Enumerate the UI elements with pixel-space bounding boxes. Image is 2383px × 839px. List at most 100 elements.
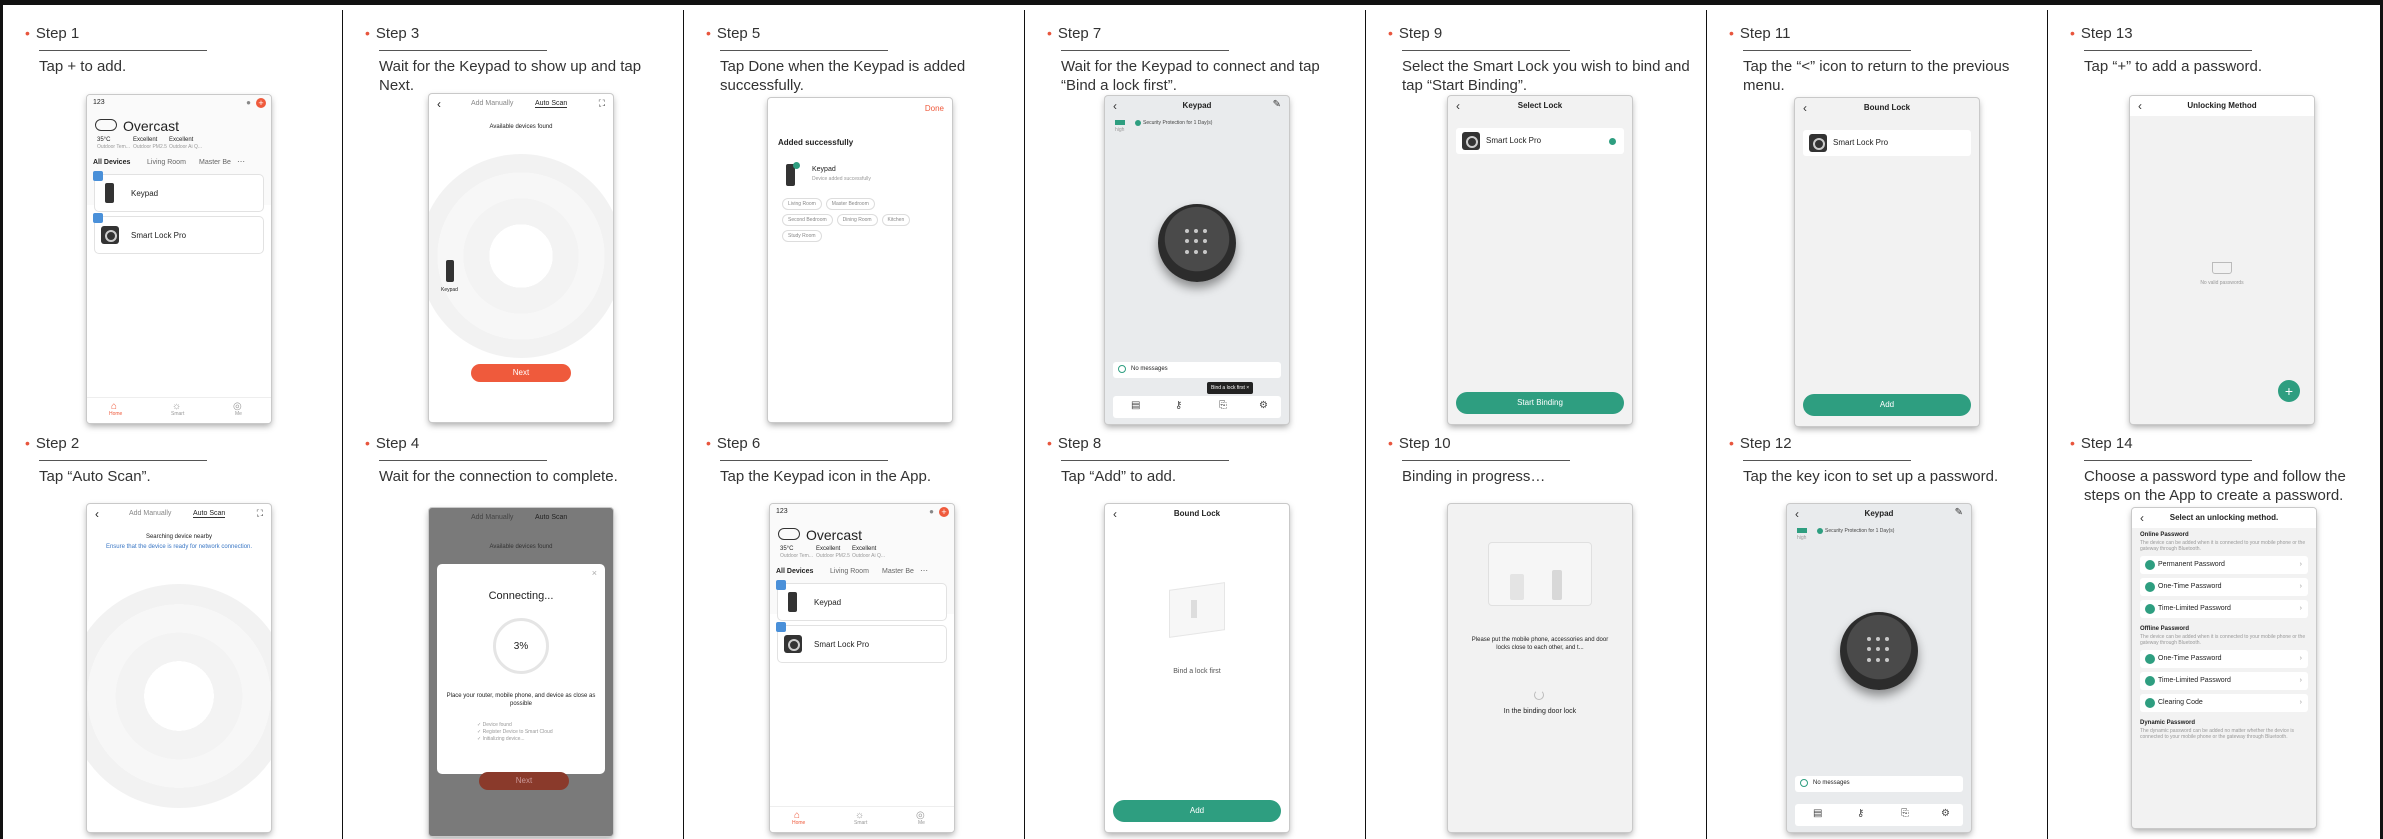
expand-icon[interactable]: ⛶ — [599, 98, 605, 109]
back-icon[interactable]: ‹ — [437, 97, 441, 111]
tab-living-room[interactable]: Living Room — [830, 568, 869, 575]
device-card-lock[interactable]: Smart Lock Pro — [93, 213, 263, 253]
tab-add-manually[interactable]: Add Manually — [471, 100, 513, 107]
expand-icon[interactable]: ⛶ — [257, 508, 263, 519]
close-icon[interactable]: × — [592, 568, 597, 578]
room-chip[interactable]: Study Room — [782, 230, 822, 242]
add-password-button[interactable]: + — [2278, 380, 2300, 402]
tab-add-manually[interactable]: Add Manually — [129, 510, 171, 517]
key-icon[interactable]: ⚷ — [1857, 808, 1864, 819]
tab-auto-scan: Auto Scan — [535, 514, 568, 521]
door-icon[interactable]: ⎘ — [1901, 808, 1909, 819]
tab-all-devices[interactable]: All Devices — [93, 159, 130, 166]
add-button[interactable]: Add — [1803, 394, 1971, 416]
add-icon[interactable]: + — [939, 507, 949, 517]
signal-icon — [1797, 528, 1807, 533]
temp: 35°C — [780, 546, 794, 552]
lock-icon — [784, 635, 802, 653]
room-chip[interactable]: Second Bedroom — [782, 214, 833, 226]
settings-icon[interactable]: ⚙ — [1259, 400, 1268, 411]
home-name[interactable]: 123 — [776, 508, 788, 515]
option-offline-one-time[interactable]: One-Time Password › — [2140, 650, 2308, 668]
tab-all-devices[interactable]: All Devices — [776, 568, 813, 575]
option-time-limited-password[interactable]: Time-Limited Password › — [2140, 600, 2308, 618]
edit-icon[interactable]: ✎ — [1273, 99, 1281, 110]
room-chip[interactable]: Master Bedroom — [825, 198, 875, 210]
step-label: Step 2 — [35, 435, 80, 452]
scan-radar — [429, 154, 613, 358]
add-button[interactable]: Add — [1113, 800, 1281, 822]
device-card-lock[interactable]: Smart Lock Pro — [776, 622, 946, 662]
tab-master[interactable]: Master Be — [882, 568, 914, 575]
bound-empty-text: Bind a lock first — [1173, 668, 1221, 675]
nav-title: Bound Lock — [1863, 103, 1911, 112]
bound-lock-item[interactable]: Smart Lock Pro — [1803, 130, 1971, 156]
nav-smart[interactable]: Smart — [171, 411, 184, 417]
phone-home: 123 + ● Overcast 35°C Outdoor Tem... Exc… — [87, 95, 271, 423]
lock-option[interactable]: Smart Lock Pro — [1456, 128, 1624, 154]
air: Excellent — [169, 137, 194, 143]
door-icon[interactable]: ⎘ — [1219, 400, 1227, 411]
option-permanent-password[interactable]: Permanent Password › — [2140, 556, 2308, 574]
mic-icon[interactable]: ● — [246, 98, 251, 107]
nav-title: Unlocking Method — [2187, 101, 2257, 110]
added-device-name[interactable]: Keypad — [812, 166, 836, 173]
pm: Excellent — [133, 137, 158, 143]
tab-auto-scan[interactable]: Auto Scan — [193, 510, 226, 518]
tab-living-room[interactable]: Living Room — [147, 159, 186, 166]
option-label: Clearing Code — [2158, 699, 2203, 706]
step-13-cell: • Step 13 Tap “+” to add a password. ‹ Unl… — [2048, 10, 2380, 424]
room-chip[interactable]: Living Room — [782, 198, 822, 210]
home-name[interactable]: 123 — [93, 99, 105, 106]
room-chip[interactable]: Kitchen — [881, 214, 911, 226]
step-5-cell: • Step 5 Tap Done when the Keypad is adde… — [684, 10, 1024, 422]
keypad-device-icon[interactable] — [446, 260, 454, 282]
more-icon[interactable]: ⋯ — [237, 157, 245, 166]
option-one-time-password[interactable]: One-Time Password › — [2140, 578, 2308, 596]
step-label: Step 14 — [2080, 435, 2133, 452]
device-card-keypad[interactable]: Keypad — [776, 580, 946, 620]
nav-home[interactable]: Home — [792, 820, 805, 826]
close-icon[interactable]: × — [1246, 385, 1249, 391]
next-button[interactable]: Next — [471, 364, 571, 382]
record-icon[interactable]: ▤ — [1131, 400, 1140, 411]
phone-home-2: 123 + ● Overcast 35°C Outdoor Tem... Exc… — [770, 504, 954, 832]
start-binding-button[interactable]: Start Binding — [1456, 392, 1624, 414]
step-label: Step 5 — [716, 25, 761, 42]
more-icon[interactable]: ⋯ — [920, 566, 928, 575]
edit-icon[interactable]: ✎ — [1955, 507, 1963, 518]
scan-radar — [87, 584, 271, 808]
bullet-icon: • — [1729, 435, 1734, 451]
chevron-right-icon: › — [2299, 605, 2302, 612]
bind-tooltip[interactable]: Bind a lock first × — [1207, 382, 1254, 394]
connecting-dialog: × Connecting... 3% Place your router, mo… — [437, 564, 605, 774]
step-rule — [720, 50, 888, 51]
nav-me[interactable]: Me — [918, 820, 925, 826]
column-6: • Step 11 Tap the “<” icon to return to t… — [1707, 10, 2048, 839]
tab-master[interactable]: Master Be — [199, 159, 231, 166]
device-card-keypad[interactable]: Keypad — [93, 171, 263, 211]
nav-me[interactable]: Me — [235, 411, 242, 417]
selected-radio-icon[interactable] — [1609, 138, 1616, 145]
messages-bar: No messages — [1113, 362, 1281, 378]
tab-auto-scan[interactable]: Auto Scan — [535, 100, 568, 108]
step-10-cell: • Step 10 Binding in progress… Please put… — [1366, 420, 1706, 832]
settings-icon[interactable]: ⚙ — [1941, 808, 1950, 819]
record-icon[interactable]: ▤ — [1813, 808, 1822, 819]
nav-smart[interactable]: Smart — [854, 820, 867, 826]
bullet-icon: • — [706, 25, 711, 41]
found-text: Available devices found — [489, 124, 553, 130]
back-icon[interactable]: ‹ — [95, 507, 99, 521]
nav-home[interactable]: Home — [109, 411, 122, 417]
option-clearing-code[interactable]: Clearing Code › — [2140, 694, 2308, 712]
air: Excellent — [852, 546, 877, 552]
step-label: Step 10 — [1398, 435, 1451, 452]
done-button[interactable]: Done — [925, 104, 944, 113]
room-chip[interactable]: Dining Room — [836, 214, 878, 226]
messages-bar: No messages — [1795, 776, 1963, 792]
step-desc: Tap the key icon to set up a password. — [1743, 468, 1999, 485]
option-offline-time-limited[interactable]: Time-Limited Password › — [2140, 672, 2308, 690]
add-icon[interactable]: + — [256, 98, 266, 108]
key-icon[interactable]: ⚷ — [1175, 400, 1182, 411]
mic-icon[interactable]: ● — [929, 507, 934, 516]
